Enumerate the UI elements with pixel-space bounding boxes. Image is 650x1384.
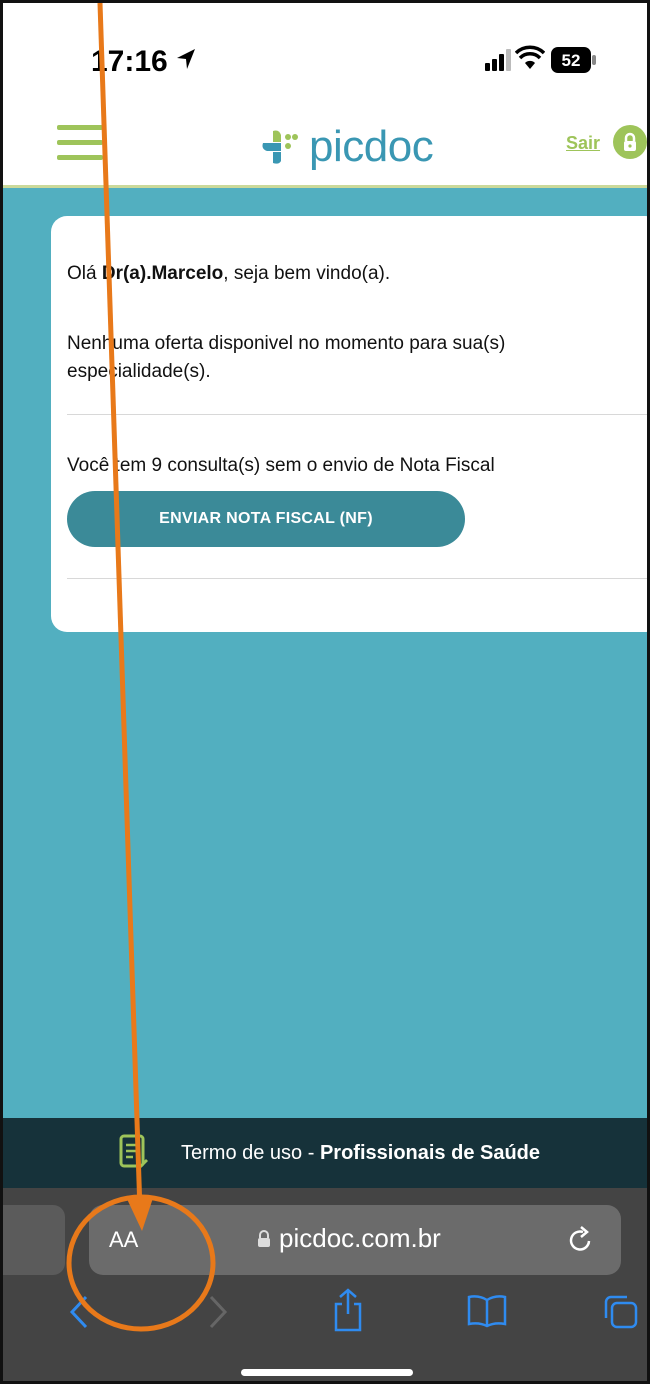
location-arrow-icon: [175, 47, 197, 78]
share-icon[interactable]: [333, 1288, 363, 1337]
divider: [67, 414, 647, 415]
url-text[interactable]: picdoc.com.br: [279, 1223, 441, 1254]
divider: [67, 578, 647, 579]
terms-prefix: Termo de uso -: [181, 1142, 320, 1164]
document-edit-icon: [119, 1134, 149, 1177]
text-size-button[interactable]: AA: [109, 1227, 138, 1253]
status-time: 17:16: [91, 45, 168, 78]
logo-cross-icon: [262, 130, 298, 164]
status-bar: 17:16 52: [3, 3, 647, 103]
doctor-name: Dr(a).Marcelo: [101, 263, 224, 284]
logout-link[interactable]: Sair: [566, 133, 600, 154]
phone-screen: 17:16 52 picdoc Sair Olá Dr(a).Marcelo, …: [0, 0, 650, 1384]
wifi-icon: [514, 45, 546, 76]
welcome-card: Olá Dr(a).Marcelo, seja bem vindo(a). Ne…: [51, 216, 647, 632]
greeting-text: Olá Dr(a).Marcelo, seja bem vindo(a).: [67, 260, 627, 288]
greeting-suffix: , seja bem vindo(a).: [223, 263, 391, 284]
picdoc-logo[interactable]: picdoc: [261, 117, 434, 177]
reload-icon[interactable]: [567, 1225, 595, 1260]
back-icon[interactable]: [69, 1294, 89, 1335]
safari-toolbar: AA picdoc.com.br: [3, 1188, 647, 1381]
greeting-prefix: Olá: [67, 263, 102, 284]
app-header: picdoc Sair: [3, 103, 647, 188]
tabs-icon[interactable]: [603, 1294, 639, 1335]
lock-icon[interactable]: [613, 125, 647, 159]
main-content: Olá Dr(a).Marcelo, seja bem vindo(a). Ne…: [3, 188, 647, 1118]
bookmarks-icon[interactable]: [467, 1294, 507, 1333]
forward-icon[interactable]: [208, 1294, 228, 1335]
cellular-signal-icon: [485, 49, 511, 76]
no-offers-text: Nenhuma oferta disponivel no momento par…: [67, 333, 506, 382]
padlock-icon: [257, 1230, 271, 1253]
battery-level: 52: [562, 51, 581, 70]
logo-text: picdoc: [309, 122, 434, 171]
previous-tab[interactable]: [3, 1205, 65, 1275]
hamburger-menu-icon[interactable]: [57, 125, 103, 161]
terms-link[interactable]: Termo de uso - Profissionais de Saúde: [181, 1142, 540, 1165]
terms-footer[interactable]: Termo de uso - Profissionais de Saúde: [3, 1118, 647, 1188]
address-bar[interactable]: AA picdoc.com.br: [89, 1205, 621, 1275]
battery-icon: 52: [551, 47, 597, 78]
terms-bold: Profissionais de Saúde: [319, 1142, 541, 1164]
home-indicator: [241, 1369, 413, 1376]
pending-invoices-text: Você tem 9 consulta(s) sem o envio de No…: [67, 455, 495, 476]
send-invoice-button[interactable]: ENVIAR NOTA FISCAL (NF): [67, 491, 465, 547]
